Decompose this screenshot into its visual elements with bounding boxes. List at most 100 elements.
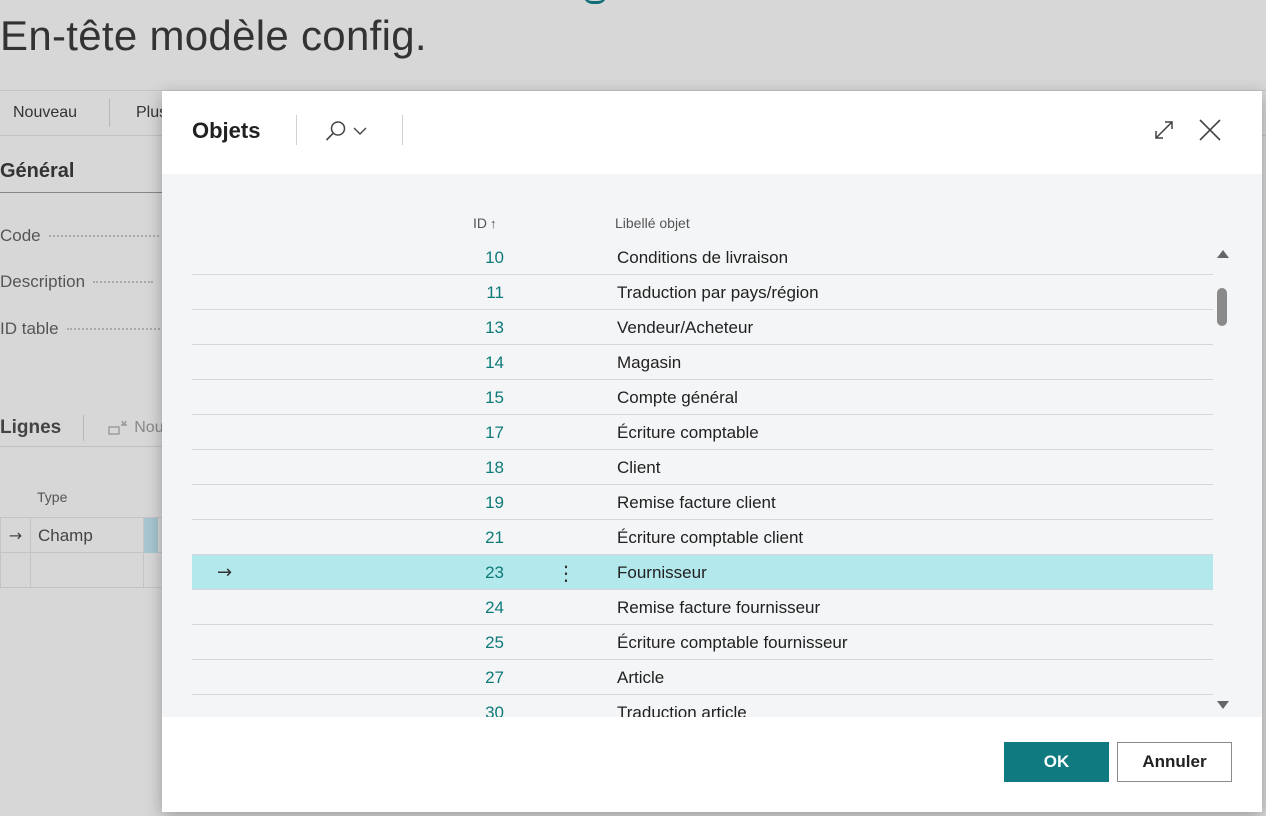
object-name[interactable]: Client — [617, 450, 660, 485]
table-row[interactable]: 11 Traduction par pays/région — [192, 275, 1213, 310]
object-name[interactable]: Conditions de livraison — [617, 240, 788, 275]
table-row[interactable]: 24 Remise facture fournisseur — [192, 590, 1213, 625]
lines-row[interactable]: → Champ — [0, 518, 170, 553]
scroll-down-arrow-icon[interactable] — [1217, 701, 1229, 709]
expand-button[interactable] — [1152, 118, 1176, 142]
search-button[interactable] — [324, 118, 374, 144]
lines-header: Lignes Nou — [0, 410, 170, 446]
cancel-button[interactable]: Annuler — [1117, 742, 1232, 782]
row-arrow-icon: → — [0, 518, 31, 553]
field-leader — [48, 235, 159, 237]
object-name[interactable]: Remise facture fournisseur — [617, 590, 820, 625]
object-name[interactable]: Traduction par pays/région — [617, 275, 819, 310]
sort-ascending-icon: ↑ — [490, 215, 497, 231]
field-label: ID table — [0, 319, 59, 338]
close-icon — [1199, 119, 1221, 141]
progress-indicator — [583, 0, 607, 4]
dialog-body: ID ↑ Libellé objet 10 Conditions de livra… — [162, 174, 1262, 717]
object-name[interactable]: Compte général — [617, 380, 738, 415]
object-name[interactable]: Article — [617, 660, 664, 695]
column-header-id-label: ID — [473, 215, 487, 231]
object-name[interactable]: Écriture comptable — [617, 415, 759, 450]
object-id[interactable]: 18 — [424, 450, 504, 485]
object-id[interactable]: 25 — [424, 625, 504, 660]
new-action[interactable]: Nouveau — [13, 104, 77, 122]
object-id[interactable]: 13 — [424, 310, 504, 345]
table-row[interactable]: 21 Écriture comptable client — [192, 520, 1213, 555]
field-description: Description — [0, 272, 154, 292]
field-label: Description — [0, 272, 86, 291]
lines-new-action[interactable]: Nou — [108, 419, 164, 437]
table-row[interactable]: 14 Magasin — [192, 345, 1213, 380]
object-name[interactable]: Traduction article — [617, 695, 747, 718]
dialog-title: Objets — [192, 118, 261, 143]
more-menu-icon[interactable]: ⋮ — [556, 555, 576, 590]
object-id[interactable]: 21 — [424, 520, 504, 555]
table-row[interactable]: 13 Vendeur/Acheteur — [192, 310, 1213, 345]
table-row[interactable]: 27 Article — [192, 660, 1213, 695]
object-id[interactable]: 19 — [424, 485, 504, 520]
dialog-header: Objets — [162, 91, 1262, 174]
table-row-selected[interactable]: → 23 ⋮ Fournisseur — [192, 555, 1213, 590]
table-row[interactable]: 19 Remise facture client — [192, 485, 1213, 520]
field-label: Code — [0, 226, 41, 245]
object-name[interactable]: Écriture comptable client — [617, 520, 803, 555]
lines-grid: → Champ — [0, 518, 170, 588]
header-separator — [296, 115, 297, 145]
field-table-id: ID table — [0, 319, 167, 339]
object-id[interactable]: 17 — [424, 415, 504, 450]
object-id[interactable]: 14 — [424, 345, 504, 380]
lines-type-cell[interactable]: Champ — [31, 518, 144, 553]
lines-new-label: Nou — [134, 419, 164, 436]
object-name[interactable]: Fournisseur — [617, 555, 707, 590]
table-row[interactable]: 15 Compte général — [192, 380, 1213, 415]
lines-underline — [0, 446, 170, 447]
row-selector — [0, 553, 31, 588]
dialog-footer: OK Annuler — [162, 717, 1262, 812]
section-underline — [0, 192, 170, 193]
lines-type-cell[interactable] — [31, 553, 144, 588]
scroll-up-arrow-icon[interactable] — [1217, 250, 1229, 258]
table-row[interactable]: 18 Client — [192, 450, 1213, 485]
field-leader — [66, 328, 167, 330]
scrollbar[interactable] — [1213, 244, 1231, 717]
object-id[interactable]: 11 — [424, 275, 504, 310]
object-id[interactable]: 30 — [424, 695, 504, 718]
general-section-title[interactable]: Général — [0, 160, 74, 183]
field-leader — [93, 281, 154, 283]
ok-button[interactable]: OK — [1004, 742, 1109, 782]
row-arrow-icon: → — [217, 562, 233, 583]
scroll-thumb[interactable] — [1217, 288, 1227, 326]
table-row[interactable]: 30 Traduction article — [192, 695, 1213, 718]
close-button[interactable] — [1197, 117, 1223, 143]
objects-dialog: Objets ID ↑ Libellé objet 10 Conditions … — [162, 91, 1262, 812]
page-title: En-tête modèle config. — [0, 12, 427, 59]
lines-section-title[interactable]: Lignes — [0, 417, 61, 439]
object-name[interactable]: Vendeur/Acheteur — [617, 310, 753, 345]
object-id[interactable]: 15 — [424, 380, 504, 415]
search-icon — [325, 121, 346, 141]
table-row[interactable]: 17 Écriture comptable — [192, 415, 1213, 450]
lines-separator — [83, 415, 85, 441]
column-header-id[interactable]: ID ↑ — [473, 215, 497, 231]
active-cell-highlight — [144, 518, 158, 553]
new-line-icon — [108, 420, 128, 435]
column-header-label[interactable]: Libellé objet — [615, 215, 690, 231]
header-separator — [402, 115, 403, 145]
object-name[interactable]: Magasin — [617, 345, 681, 380]
table-row[interactable]: 10 Conditions de livraison — [192, 240, 1213, 275]
object-name[interactable]: Remise facture client — [617, 485, 776, 520]
object-id[interactable]: 10 — [424, 240, 504, 275]
lines-column-type[interactable]: Type — [37, 489, 67, 505]
field-code: Code — [0, 226, 159, 246]
object-id[interactable]: 24 — [424, 590, 504, 625]
expand-icon — [1155, 121, 1173, 139]
table-row[interactable]: 25 Écriture comptable fournisseur — [192, 625, 1213, 660]
object-name[interactable]: Écriture comptable fournisseur — [617, 625, 848, 660]
lines-row[interactable] — [0, 553, 170, 588]
objects-list: 10 Conditions de livraison 11 Traduction pa… — [192, 240, 1213, 717]
action-separator — [109, 99, 110, 127]
object-id[interactable]: 27 — [424, 660, 504, 695]
object-id[interactable]: 23 — [424, 555, 504, 590]
chevron-down-icon — [353, 127, 367, 135]
